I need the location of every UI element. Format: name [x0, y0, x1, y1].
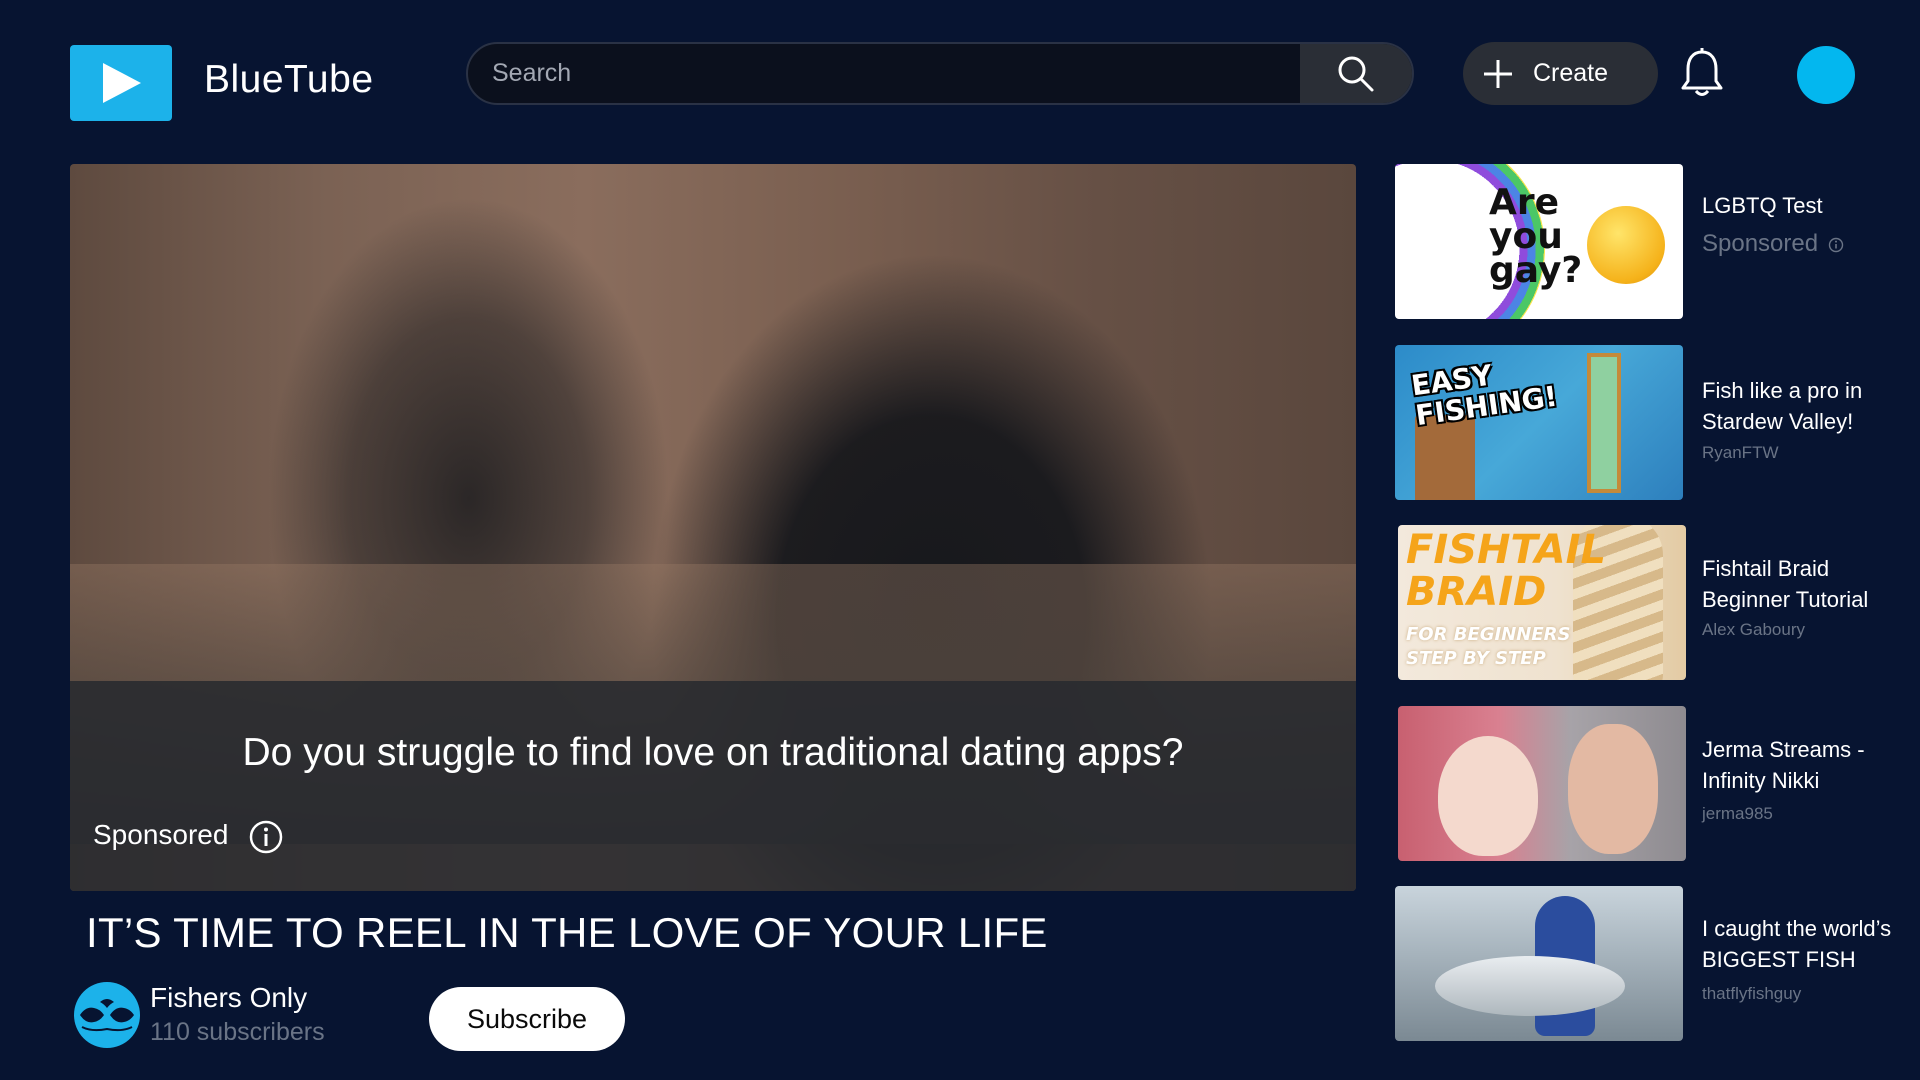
subscribe-button[interactable]: Subscribe: [429, 987, 625, 1051]
app-logo[interactable]: [70, 45, 172, 121]
search-bar: [466, 42, 1414, 105]
search-input[interactable]: [468, 44, 1304, 103]
play-icon: [103, 63, 141, 103]
bell-icon[interactable]: [1680, 47, 1724, 99]
sidebar-item-title[interactable]: Fish like a pro in Stardew Valley!: [1702, 375, 1902, 437]
sponsored-label: Sponsored: [1702, 230, 1819, 257]
search-button[interactable]: [1300, 44, 1412, 103]
video-title: IT’S TIME TO REEL IN THE LOVE OF YOUR LI…: [86, 909, 1048, 956]
video-thumbnail[interactable]: Are you gay?: [1395, 164, 1683, 319]
subscriber-count: 110 subscribers: [150, 1018, 325, 1046]
thumbnail-text: EASY FISHING!: [1409, 358, 1560, 433]
thumbnail-graphic: [1568, 724, 1658, 854]
plus-icon: [1484, 59, 1512, 88]
thinking-emoji-icon: [1587, 206, 1665, 284]
video-thumbnail[interactable]: FISHTAIL BRAID FOR BEGINNERS STEP BY STE…: [1398, 525, 1686, 680]
video-caption: Do you struggle to find love on traditio…: [242, 731, 1184, 774]
video-thumbnail[interactable]: [1395, 886, 1683, 1041]
thumbnail-subtext: FOR BEGINNERS STEP BY STEP: [1406, 624, 1571, 669]
fish-logo-icon: [80, 999, 134, 1032]
info-icon[interactable]: [248, 819, 284, 855]
app-name[interactable]: BlueTube: [204, 58, 374, 102]
sidebar-item-channel[interactable]: thatflyfishguy: [1702, 984, 1801, 1004]
sidebar-item-channel[interactable]: Alex Gaboury: [1702, 620, 1805, 640]
search-icon: [1338, 56, 1374, 91]
sponsored-label: Sponsored: [93, 819, 229, 850]
sidebar-item-channel[interactable]: jerma985: [1702, 804, 1773, 824]
sidebar-item-meta: Sponsored: [1702, 230, 1844, 258]
sidebar-item-title[interactable]: Fishtail Braid Beginner Tutorial: [1702, 553, 1902, 615]
sidebar-item-title[interactable]: LGBTQ Test: [1702, 190, 1902, 221]
video-thumbnail[interactable]: [1398, 706, 1686, 861]
sidebar-item-channel[interactable]: RyanFTW: [1702, 443, 1779, 463]
thumbnail-graphic: [1438, 736, 1538, 856]
user-avatar[interactable]: [1797, 46, 1855, 104]
channel-name[interactable]: Fishers Only: [150, 982, 307, 1014]
info-icon[interactable]: [1828, 237, 1844, 253]
thumbnail-graphic: [1587, 353, 1621, 493]
thumbnail-text: FISHTAIL BRAID: [1406, 527, 1606, 615]
video-thumbnail[interactable]: EASY FISHING!: [1395, 345, 1683, 500]
create-button[interactable]: Create: [1463, 42, 1658, 105]
video-player[interactable]: Do you struggle to find love on traditio…: [70, 164, 1356, 891]
create-label: Create: [1533, 59, 1609, 87]
video-caption-overlay: [70, 681, 1356, 891]
sidebar-item-title[interactable]: I caught the world’s BIGGEST FISH: [1702, 913, 1912, 975]
thumbnail-graphic: [1435, 956, 1625, 1016]
channel-avatar[interactable]: [74, 982, 140, 1048]
sidebar-item-title[interactable]: Jerma Streams - Infinity Nikki: [1702, 734, 1902, 796]
thumbnail-text: Are you gay?: [1489, 182, 1583, 291]
